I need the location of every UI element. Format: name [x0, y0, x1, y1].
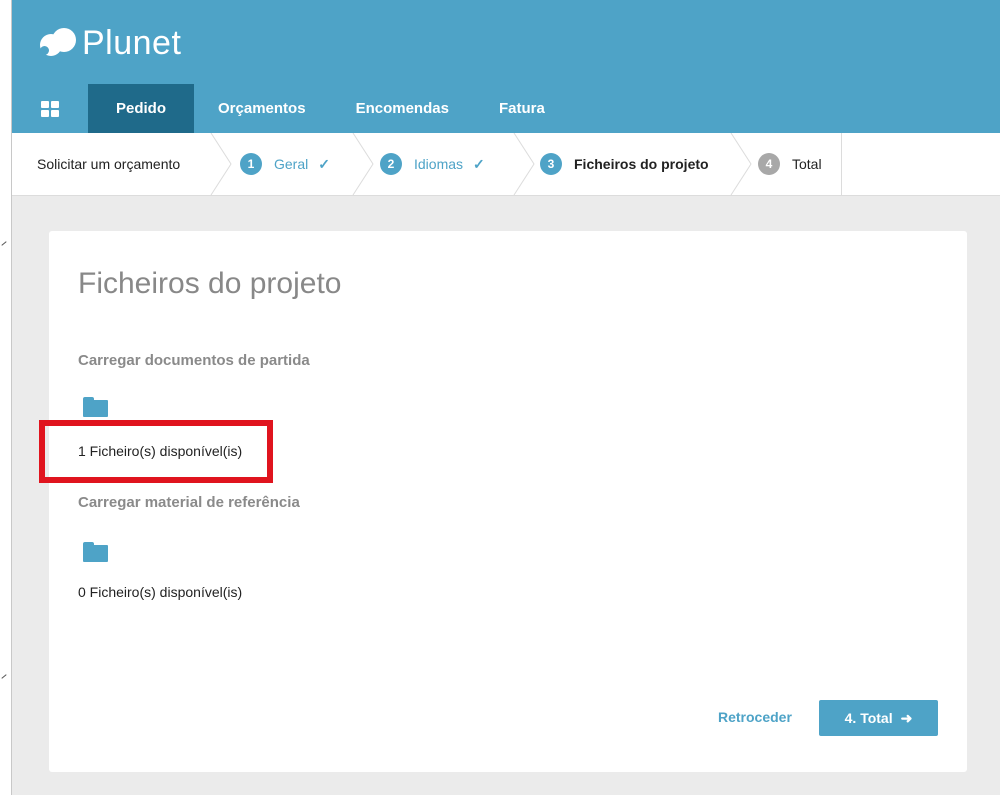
check-icon: ✓ — [473, 155, 485, 172]
left-edge-strip — [0, 0, 12, 795]
reference-material-heading: Carregar material de referência — [78, 494, 300, 511]
step-idiomas[interactable]: 2 Idiomas ✓ — [380, 133, 485, 195]
step-divider — [513, 133, 535, 195]
arrow-right-icon: ➜ — [900, 709, 913, 726]
step-divider — [352, 133, 374, 195]
step-total: 4 Total — [758, 133, 822, 195]
step-number-badge: 1 — [240, 153, 262, 175]
wizard-intro: Solicitar um orçamento — [37, 133, 180, 195]
plunet-logo[interactable]: Plunet — [40, 24, 181, 63]
page-title: Ficheiros do projeto — [78, 267, 342, 300]
folder-icon[interactable] — [83, 542, 108, 562]
nav-tab-encomendas[interactable]: Encomendas — [332, 84, 475, 133]
nav-tab-pedido[interactable]: Pedido — [88, 84, 195, 133]
logo-text: Plunet — [82, 24, 182, 62]
step-label: Total — [792, 156, 822, 172]
next-button-label: 4. Total — [844, 710, 893, 726]
step-ficheiros: 3 Ficheiros do projeto — [540, 133, 709, 195]
apps-menu-button[interactable] — [12, 84, 88, 133]
step-number-badge: 2 — [380, 153, 402, 175]
step-label: Geral — [274, 156, 309, 172]
apps-grid-icon — [41, 100, 59, 117]
app-window: Plunet Pedido Orçamentos Encomendas Fatu… — [12, 0, 1000, 795]
reference-files-count: 0 Ficheiro(s) disponível(is) — [78, 584, 243, 600]
wizard-steps: Solicitar um orçamento 1 Geral ✓ 2 Idiom… — [12, 133, 1000, 196]
folder-icon[interactable] — [83, 397, 108, 417]
step-geral[interactable]: 1 Geral ✓ — [240, 133, 330, 195]
step-divider — [730, 133, 752, 195]
main-nav: Pedido Orçamentos Encomendas Fatura — [12, 84, 571, 133]
nav-tab-orcamentos[interactable]: Orçamentos — [194, 84, 332, 133]
step-divider — [210, 133, 232, 195]
step-label: Ficheiros do projeto — [574, 156, 709, 172]
wizard-intro-label: Solicitar um orçamento — [37, 156, 181, 172]
back-link[interactable]: Retroceder — [718, 709, 792, 725]
step-number-badge: 4 — [758, 153, 780, 175]
step-number-badge: 3 — [540, 153, 562, 175]
nav-tab-fatura[interactable]: Fatura — [475, 84, 571, 133]
highlight-box — [39, 420, 273, 483]
steps-end-divider — [841, 133, 842, 195]
plunet-logo-icon — [40, 26, 76, 62]
step-label: Idiomas — [414, 156, 464, 172]
check-icon: ✓ — [318, 155, 330, 172]
project-files-card: Ficheiros do projeto Carregar documentos… — [49, 231, 967, 772]
top-bar: Plunet Pedido Orçamentos Encomendas Fatu… — [12, 0, 1000, 133]
next-step-total-button[interactable]: 4. Total ➜ — [819, 700, 938, 736]
source-documents-heading: Carregar documentos de partida — [78, 352, 310, 369]
